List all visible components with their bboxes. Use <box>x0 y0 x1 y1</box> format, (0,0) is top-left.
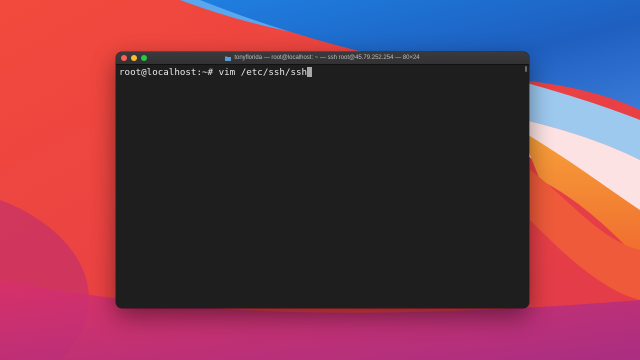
window-title: tonyflorida — root@localhost: ~ — ssh ro… <box>234 55 420 61</box>
shell-prompt: root@localhost:~# <box>119 67 219 78</box>
folder-icon <box>225 56 232 61</box>
window-title-area: tonyflorida — root@localhost: ~ — ssh ro… <box>116 52 529 64</box>
scrollbar[interactable] <box>525 66 527 72</box>
title-bar[interactable]: tonyflorida — root@localhost: ~ — ssh ro… <box>116 52 529 65</box>
terminal-content[interactable]: root@localhost:~# vim /etc/ssh/ssh <box>116 65 529 308</box>
text-cursor <box>307 67 313 77</box>
prompt-line[interactable]: root@localhost:~# vim /etc/ssh/ssh <box>119 67 526 78</box>
typed-command: vim /etc/ssh/ssh <box>218 67 308 78</box>
terminal-window[interactable]: tonyflorida — root@localhost: ~ — ssh ro… <box>116 52 529 308</box>
